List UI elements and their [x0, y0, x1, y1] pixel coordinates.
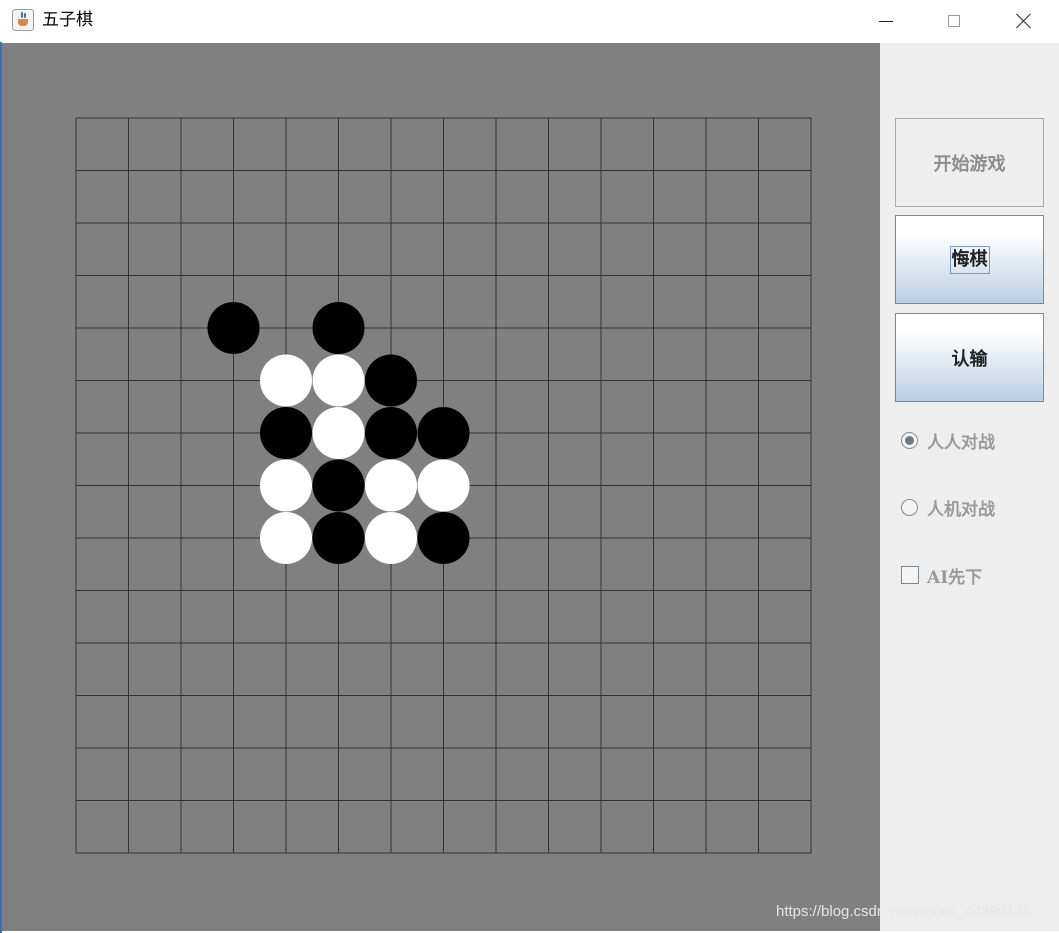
- black-stone: [260, 407, 312, 459]
- checkbox-icon[interactable]: [901, 566, 919, 584]
- window-title: 五子棋: [42, 10, 93, 30]
- white-stone: [365, 459, 417, 512]
- close-icon: [1016, 13, 1032, 29]
- radio-icon[interactable]: [901, 431, 918, 449]
- white-stone: [260, 512, 312, 564]
- java-cup-mark: [18, 19, 28, 26]
- mode-pvp-label: 人人对战: [927, 432, 995, 453]
- ai-first-label: AI先下: [927, 567, 983, 588]
- minimize-button[interactable]: [851, 0, 921, 42]
- white-stone: [365, 512, 417, 564]
- java-app-icon: [12, 9, 34, 31]
- black-stone: [312, 459, 365, 512]
- undo-label: 悔棋: [949, 245, 990, 274]
- title-bar[interactable]: 五子棋: [0, 0, 1059, 42]
- mode-pvp-radio[interactable]: 人人对战: [901, 428, 995, 453]
- ai-first-checkbox[interactable]: AI先下: [901, 563, 983, 588]
- white-stone: [312, 407, 365, 459]
- gomoku-board[interactable]: [2, 43, 880, 931]
- black-stone: [417, 407, 470, 459]
- undo-button[interactable]: 悔棋: [895, 215, 1044, 304]
- minimize-icon: [879, 20, 893, 22]
- resign-button[interactable]: 认输: [895, 313, 1044, 402]
- white-stone: [260, 354, 312, 407]
- watermark: https://blog.csdn.net/weixin_44390145: [776, 903, 1032, 920]
- maximize-button[interactable]: [919, 0, 989, 42]
- white-stone: [260, 459, 312, 512]
- black-stone: [365, 407, 417, 459]
- maximize-icon: [948, 15, 960, 27]
- board-panel[interactable]: [2, 43, 880, 931]
- black-stone: [207, 302, 260, 354]
- control-panel: 开始游戏 悔棋 认输 人人对战 人机对战 AI先下: [880, 43, 1059, 931]
- mode-pve-radio[interactable]: 人机对战: [901, 495, 995, 520]
- java-steam-mark: [21, 12, 23, 18]
- java-steam-mark: [24, 13, 26, 18]
- start-game-label: 开始游戏: [933, 153, 1006, 175]
- black-stone: [312, 302, 365, 354]
- start-game-button[interactable]: 开始游戏: [895, 118, 1044, 207]
- white-stone: [417, 459, 470, 512]
- close-button[interactable]: [989, 0, 1059, 42]
- resign-label: 认输: [951, 348, 988, 370]
- black-stone: [365, 354, 417, 407]
- black-stone: [312, 512, 365, 564]
- black-stone: [417, 512, 470, 564]
- mode-pve-label: 人机对战: [927, 499, 995, 520]
- radio-icon[interactable]: [901, 498, 918, 516]
- white-stone: [312, 354, 365, 407]
